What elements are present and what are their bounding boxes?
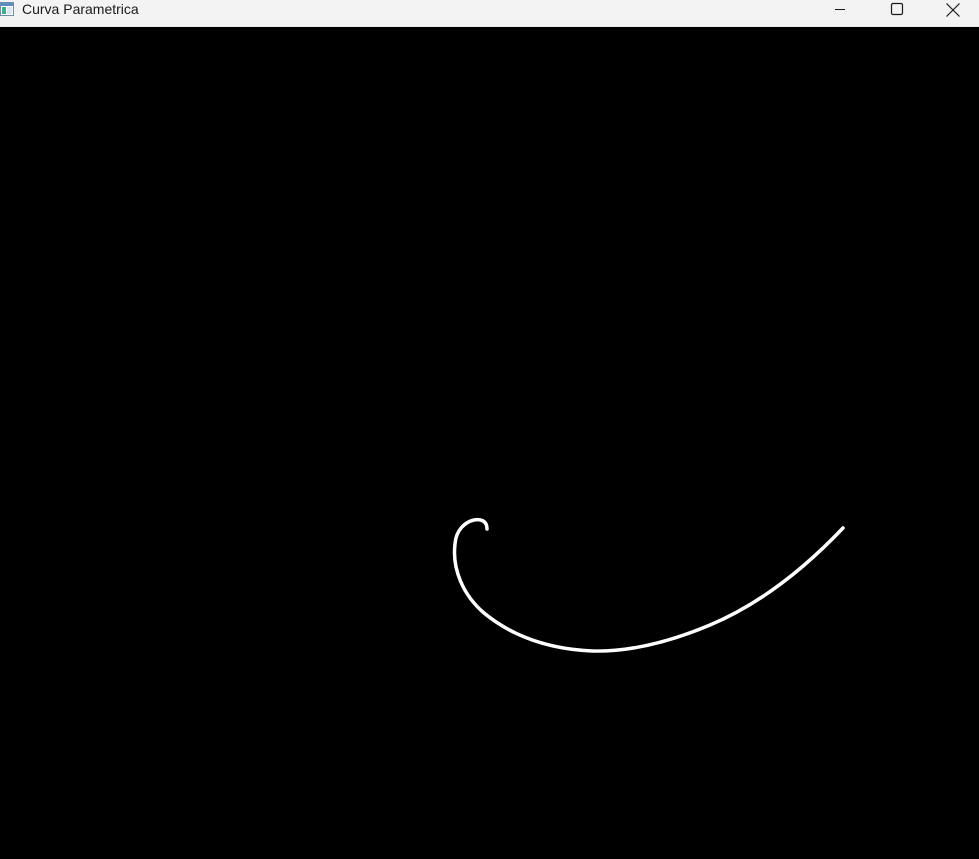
maximize-icon xyxy=(890,0,904,21)
close-button[interactable] xyxy=(926,0,979,27)
parametric-curve xyxy=(452,517,845,653)
drawing-canvas xyxy=(0,27,979,859)
minimize-icon xyxy=(834,0,846,21)
maximize-button[interactable] xyxy=(868,0,926,27)
application-window: Curva Parametrica xyxy=(0,0,979,859)
close-icon xyxy=(945,0,961,23)
window-title: Curva Parametrica xyxy=(22,1,139,17)
title-bar[interactable]: Curva Parametrica xyxy=(0,0,979,27)
minimize-button[interactable] xyxy=(811,0,869,27)
window-app-icon xyxy=(0,2,14,16)
curve-surface xyxy=(452,517,845,653)
